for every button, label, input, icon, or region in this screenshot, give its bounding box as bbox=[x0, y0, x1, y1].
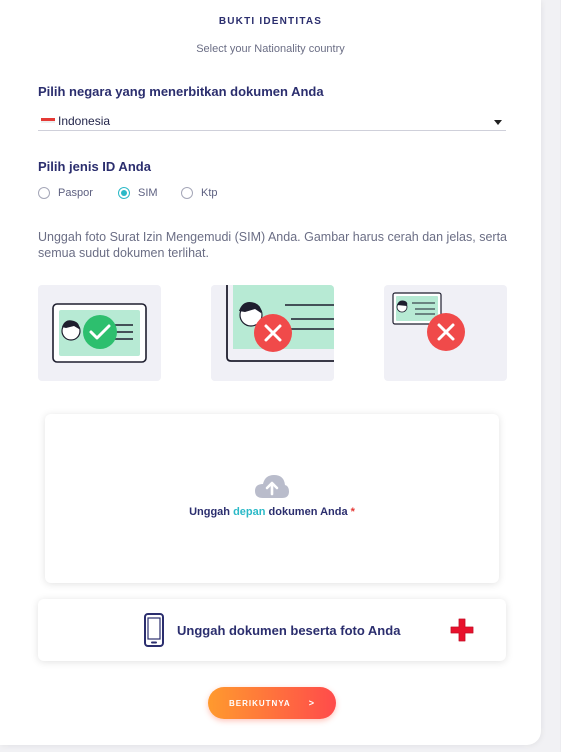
country-select[interactable]: Indonesia bbox=[38, 111, 506, 131]
upload-front-text: Unggah depan dokumen Anda * bbox=[45, 506, 499, 518]
upload-selfie-text: Unggah dokumen beserta foto Anda bbox=[177, 623, 401, 638]
upload-front-text-accent: depan bbox=[233, 506, 266, 518]
radio-label: SIM bbox=[138, 187, 158, 199]
next-button-label: BERIKUTNYA bbox=[229, 698, 291, 708]
page-title: BUKTI IDENTITAS bbox=[218, 16, 323, 27]
caret-down-icon bbox=[494, 120, 502, 125]
radio-sim[interactable]: SIM bbox=[118, 187, 158, 199]
upload-front-text-start: Unggah bbox=[189, 506, 234, 518]
example-correct bbox=[38, 285, 161, 381]
next-button[interactable]: BERIKUTNYA > bbox=[208, 687, 336, 719]
id-card-cropped-illustration bbox=[211, 285, 334, 381]
radio-circle bbox=[38, 187, 50, 199]
check-icon bbox=[83, 315, 117, 349]
radio-ktp[interactable]: Ktp bbox=[181, 187, 218, 199]
upload-instructions: Unggah foto Surat Izin Mengemudi (SIM) A… bbox=[38, 230, 507, 260]
plus-icon[interactable] bbox=[450, 618, 474, 642]
upload-front-dropzone[interactable]: Unggah depan dokumen Anda * bbox=[45, 414, 499, 583]
example-wrong-cropped bbox=[211, 285, 334, 381]
phone-icon bbox=[144, 613, 164, 647]
cross-icon bbox=[254, 314, 292, 352]
indonesia-flag-icon bbox=[41, 118, 55, 123]
identity-card: BUKTI IDENTITAS Select your Nationality … bbox=[0, 0, 541, 745]
country-label: Pilih negara yang menerbitkan dokumen An… bbox=[38, 84, 324, 99]
country-value: Indonesia bbox=[58, 114, 111, 128]
radio-paspor[interactable]: Paspor bbox=[38, 187, 93, 199]
required-mark: * bbox=[350, 506, 355, 518]
id-type-label: Pilih jenis ID Anda bbox=[38, 159, 151, 174]
right-panel bbox=[560, 0, 583, 752]
upload-selfie-button[interactable]: Unggah dokumen beserta foto Anda bbox=[38, 599, 506, 661]
upload-front-text-end: dokumen Anda bbox=[265, 506, 348, 518]
page-subtitle: Select your Nationality country bbox=[196, 43, 345, 55]
radio-label: Paspor bbox=[58, 187, 93, 199]
radio-circle bbox=[118, 187, 130, 199]
id-card-correct-illustration bbox=[52, 303, 147, 363]
chevron-right-icon: > bbox=[308, 698, 315, 708]
cloud-upload-icon bbox=[255, 475, 289, 498]
cross-icon bbox=[427, 313, 465, 351]
radio-label: Ktp bbox=[201, 187, 218, 199]
id-card-small-illustration bbox=[392, 292, 465, 351]
example-wrong-small bbox=[384, 285, 507, 381]
radio-circle bbox=[181, 187, 193, 199]
